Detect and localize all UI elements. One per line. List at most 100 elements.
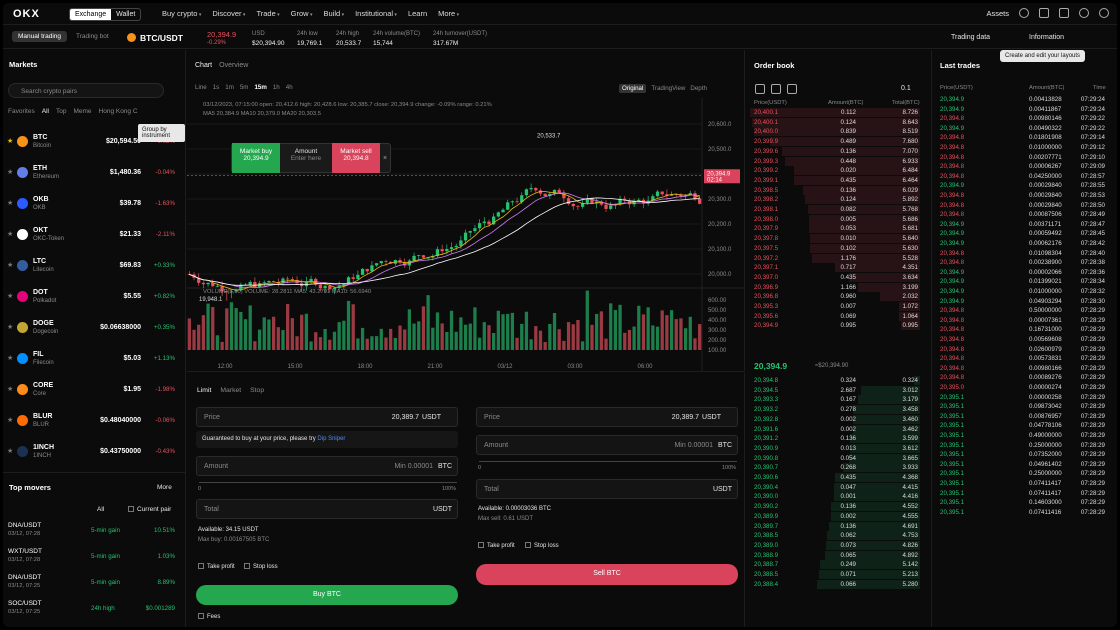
market-row[interactable]: ★ OKT OKC-Token $21.33 -2.11%: [3, 221, 183, 252]
tab-overview[interactable]: Overview: [219, 62, 248, 69]
sell-total-input[interactable]: Total USDT: [476, 479, 738, 499]
ask-row[interactable]: 20,398.5 0.136 6.029: [746, 185, 926, 196]
ask-row[interactable]: 20,399.9 0.489 7.680: [746, 137, 926, 147]
bid-row[interactable]: 20,388.7 0.249 5.142: [746, 560, 926, 570]
nav-discover[interactable]: Discover: [212, 9, 245, 18]
view-tradingview[interactable]: TradingView: [651, 85, 685, 92]
ask-row[interactable]: 20,400.1 0.124 8.643: [746, 117, 926, 128]
manual-trading-tab[interactable]: Manual trading: [12, 31, 67, 42]
bid-row[interactable]: 20,390.4 0.047 4.415: [746, 482, 926, 493]
ask-row[interactable]: 20,397.2 1.176 5.528: [746, 253, 926, 264]
market-row[interactable]: ★ DOGE Dogecoin $0.06638000 +0.35%: [3, 314, 183, 345]
movers-more-link[interactable]: More: [157, 484, 172, 491]
close-icon[interactable]: ×: [380, 155, 390, 162]
bid-row[interactable]: 20,390.7 0.268 3.933: [746, 463, 926, 473]
star-icon[interactable]: ★: [7, 447, 13, 455]
bid-row[interactable]: 20,390.2 0.136 4.552: [746, 502, 926, 512]
bell-icon[interactable]: [1059, 8, 1069, 18]
ask-row[interactable]: 20,398.2 0.124 5.892: [746, 195, 926, 205]
ask-row[interactable]: 20,397.5 0.102 5.630: [746, 243, 926, 254]
market-sell-button[interactable]: Market sell 20,394.8: [332, 143, 380, 173]
bid-row[interactable]: 20,392.8 0.002 3.460: [746, 414, 926, 425]
star-icon[interactable]: ★: [7, 230, 13, 238]
globe-icon[interactable]: [1099, 8, 1109, 18]
bid-row[interactable]: 20,391.6 0.002 3.462: [746, 424, 926, 435]
tab-stop[interactable]: Stop: [250, 387, 264, 394]
help-icon[interactable]: [1079, 8, 1089, 18]
nav-trade[interactable]: Trade: [256, 9, 279, 18]
market-row[interactable]: ★ 1INCH 1INCH $0.43750000 -0.43%: [3, 438, 183, 469]
ask-row[interactable]: 20,399.1 0.435 6.464: [746, 175, 926, 186]
sell-take-profit[interactable]: Take profit: [478, 542, 515, 549]
tick-size-select[interactable]: 0.1: [901, 85, 911, 92]
sell-stop-loss[interactable]: Stop loss: [525, 542, 559, 549]
pair-selector[interactable]: BTC/USDT: [140, 33, 183, 43]
view-original[interactable]: Original: [619, 84, 647, 93]
ask-row[interactable]: 20,394.9 0.995 0.995: [746, 321, 926, 331]
mover-row[interactable]: DNA/USDT 03/12, 07:25 5-min gain 8.89%: [3, 571, 183, 597]
sell-amount-input[interactable]: Amount Min 0.00001 BTC: [476, 435, 738, 455]
ask-row[interactable]: 20,400.1 0.112 8.726: [746, 108, 926, 118]
interval-1s[interactable]: 1s: [213, 84, 220, 91]
book-both-icon[interactable]: [755, 84, 765, 94]
tab-meme[interactable]: Meme: [73, 108, 91, 115]
wallet-tab[interactable]: Wallet: [111, 9, 140, 20]
sell-price-input[interactable]: Price 20,389.7 USDT: [476, 407, 738, 427]
trading-bot-tab[interactable]: Trading bot: [70, 31, 115, 42]
book-bids-icon[interactable]: [771, 84, 781, 94]
market-search-input[interactable]: Search crypto pairs: [8, 83, 164, 98]
ask-row[interactable]: 20,398.1 0.082 5.768: [746, 205, 926, 215]
nav-institutional[interactable]: Institutional: [355, 9, 397, 18]
mover-row[interactable]: DNA/USDT 03/12, 07:28 5-min gain 10.51%: [3, 519, 183, 545]
movers-filter[interactable]: All: [97, 506, 104, 513]
interval-line[interactable]: Line: [195, 84, 207, 91]
candlestick-chart[interactable]: 20,600.020,500.020,400.020,300.020,200.0…: [187, 98, 745, 372]
current-pair-check[interactable]: Current pair: [128, 506, 171, 513]
buy-stop-loss[interactable]: Stop loss: [244, 563, 278, 570]
star-icon[interactable]: ★: [7, 261, 13, 269]
ask-row[interactable]: 20,397.9 0.053 5.681: [746, 224, 926, 234]
ask-row[interactable]: 20,399.3 0.448 6.933: [746, 156, 926, 167]
interval-4h[interactable]: 4h: [286, 84, 293, 91]
star-icon[interactable]: ★: [7, 354, 13, 362]
buy-total-input[interactable]: Total USDT: [196, 499, 458, 519]
information-button[interactable]: Information: [1029, 34, 1064, 41]
fees-link[interactable]: Fees: [198, 613, 220, 620]
bid-row[interactable]: 20,391.2 0.136 3.599: [746, 434, 926, 444]
star-icon[interactable]: ★: [7, 385, 13, 393]
user-icon[interactable]: [1019, 8, 1029, 18]
bid-row[interactable]: 20,388.4 0.066 5.280: [746, 579, 926, 590]
ask-row[interactable]: 20,399.2 0.020 6.484: [746, 166, 926, 176]
market-row[interactable]: ★ DOT Polkadot $5.55 +0.82%: [3, 283, 183, 314]
ask-row[interactable]: 20,397.0 0.435 3.634: [746, 272, 926, 283]
tab-chart[interactable]: Chart: [195, 62, 212, 69]
ask-row[interactable]: 20,395.3 0.007 1.072: [746, 302, 926, 312]
bid-row[interactable]: 20,393.3 0.167 3.179: [746, 395, 926, 405]
market-row[interactable]: ★ OKB OKB $39.78 -1.63%: [3, 190, 183, 221]
interval-1m[interactable]: 1m: [225, 84, 234, 91]
star-icon[interactable]: ★: [7, 137, 13, 145]
buy-amount-slider[interactable]: [199, 482, 457, 483]
bid-row[interactable]: 20,390.9 0.013 3.612: [746, 443, 926, 454]
bid-row[interactable]: 20,393.2 0.278 3.458: [746, 405, 926, 415]
sell-btc-button[interactable]: Sell BTC: [476, 564, 738, 585]
interval-1h[interactable]: 1h: [273, 84, 280, 91]
buy-price-input[interactable]: Price 20,389.7 USDT: [196, 407, 458, 427]
nav-buy-crypto[interactable]: Buy crypto: [162, 9, 201, 18]
dip-sniper-link[interactable]: Dip Sniper: [317, 436, 345, 442]
market-buy-button[interactable]: Market buy 20,394.9: [232, 143, 280, 173]
star-icon[interactable]: ★: [7, 416, 13, 424]
interval-15m[interactable]: 15m: [254, 84, 266, 91]
bid-row[interactable]: 20,389.7 0.136 4.691: [746, 521, 926, 532]
mover-row[interactable]: SOC/USDT 03/12, 07:25 24h high $0.001289: [3, 597, 183, 623]
market-row[interactable]: ★ ETH Ethereum $1,480.36 -0.04%: [3, 159, 183, 190]
assets-menu[interactable]: Assets: [986, 9, 1009, 18]
bid-row[interactable]: 20,389.9 0.002 4.555: [746, 511, 926, 522]
bid-row[interactable]: 20,394.8 0.324 0.324: [746, 376, 926, 386]
view-depth[interactable]: Depth: [690, 85, 707, 92]
ask-row[interactable]: 20,396.9 1.166 3.199: [746, 282, 926, 293]
tab-all[interactable]: All: [42, 108, 49, 115]
nav-more[interactable]: More: [438, 9, 459, 18]
bid-row[interactable]: 20,388.5 0.071 5.213: [746, 570, 926, 580]
market-row[interactable]: ★ FIL Filecoin $5.03 +1.13%: [3, 345, 183, 376]
